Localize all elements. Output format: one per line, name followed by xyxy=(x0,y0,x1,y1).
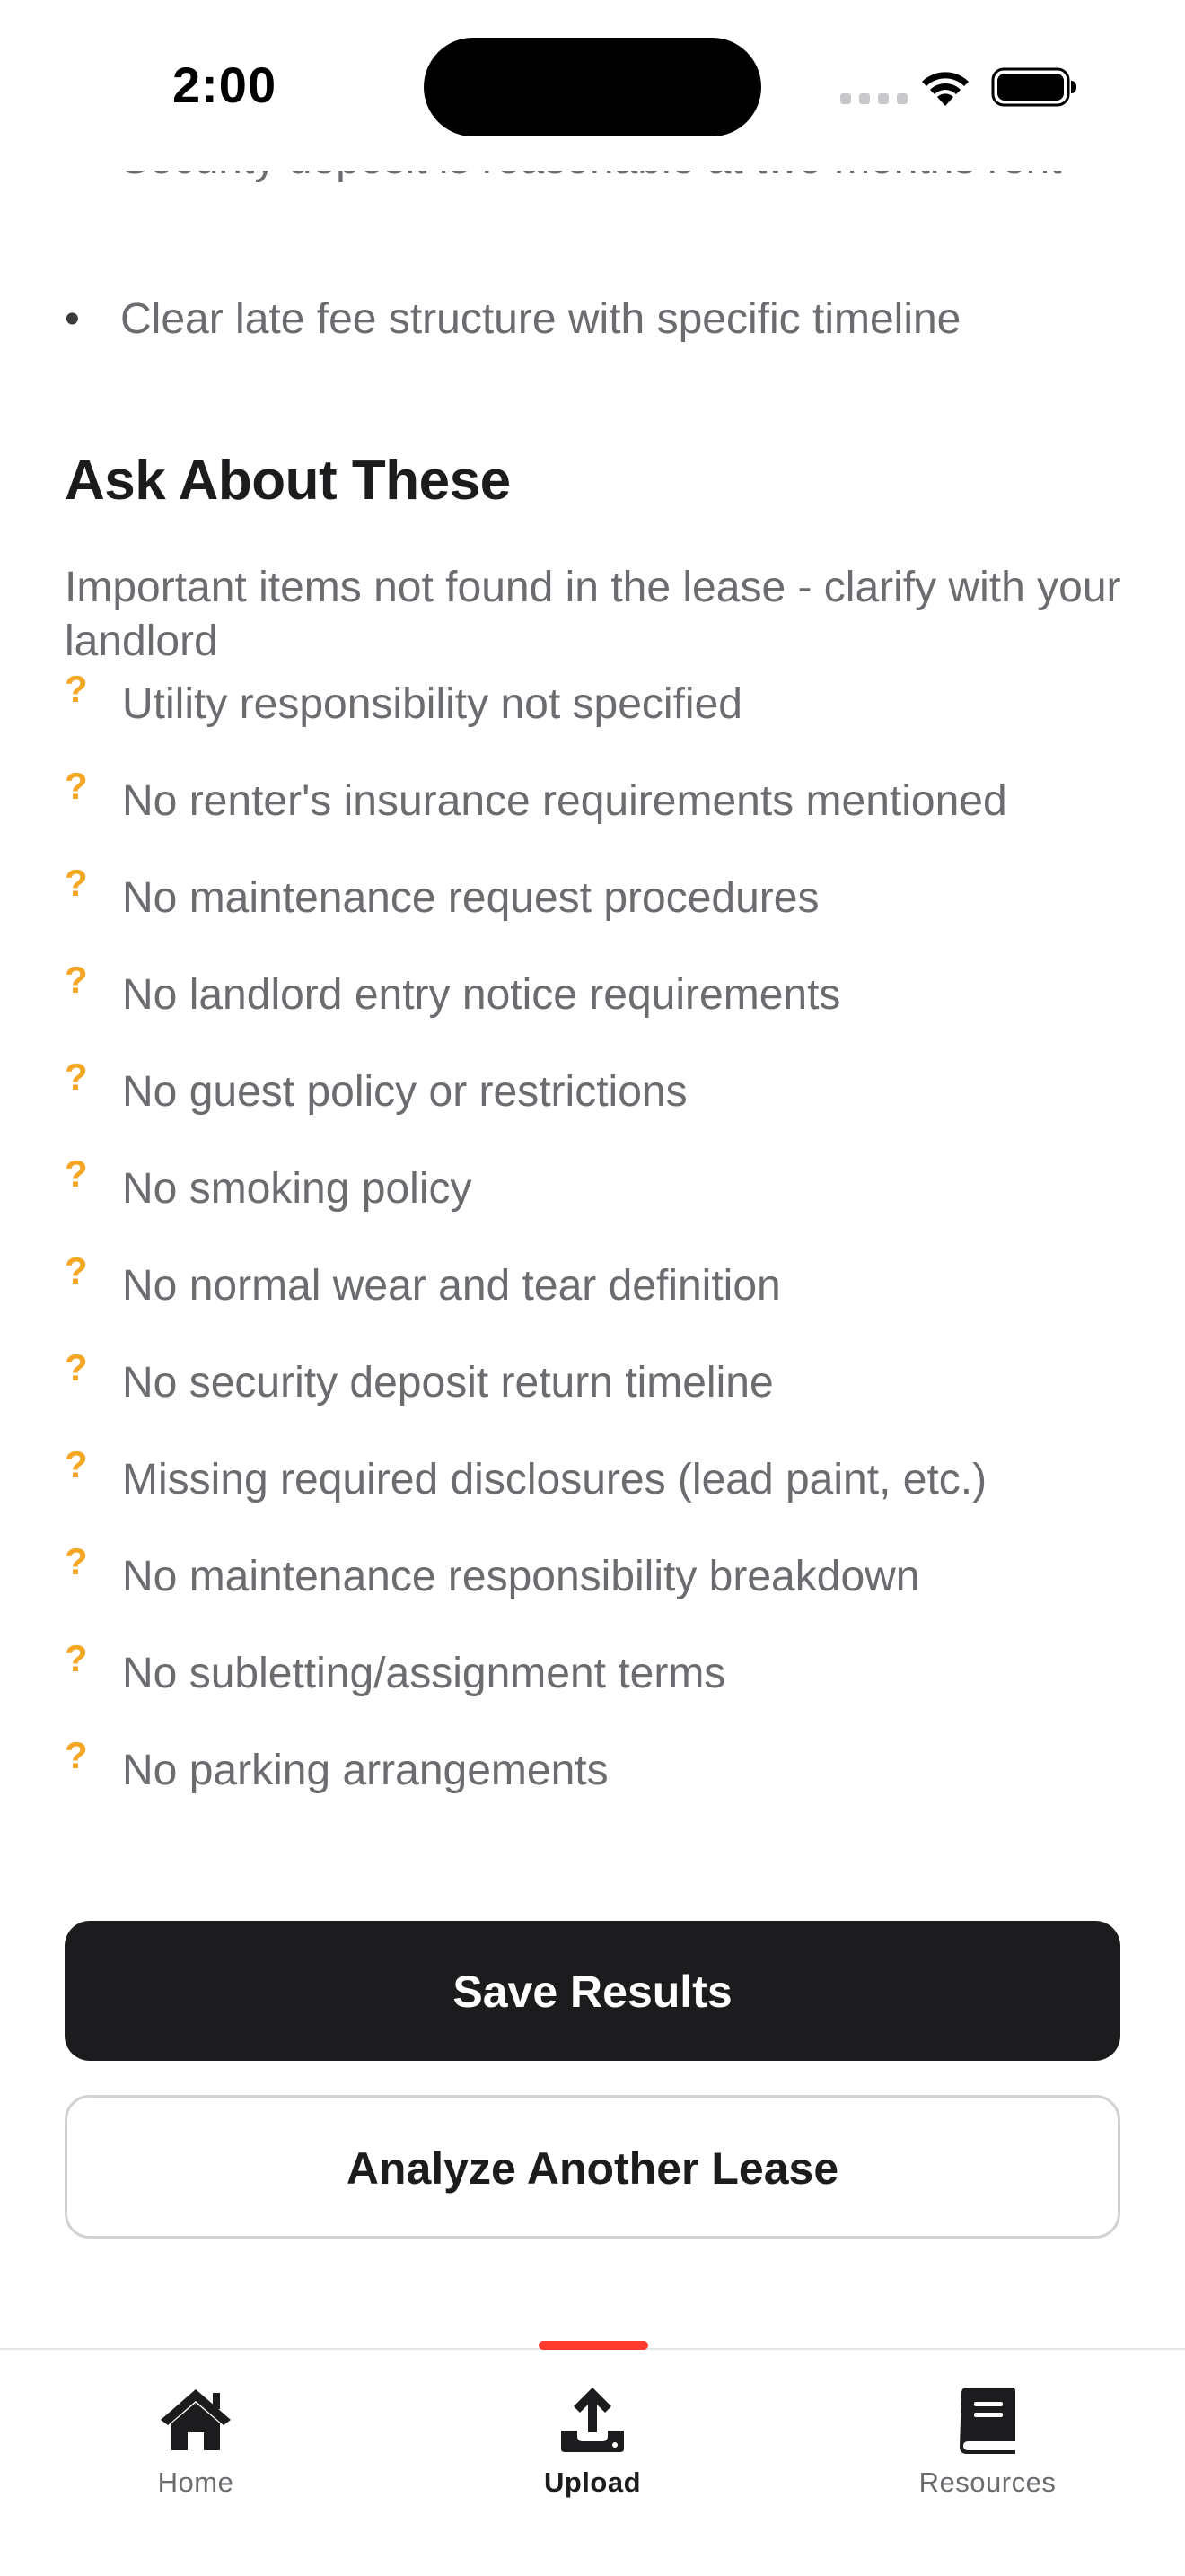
list-item: ? No normal wear and tear definition xyxy=(65,1249,1133,1352)
ask-section-subtitle: Important items not found in the lease -… xyxy=(65,564,1121,665)
question-mark-icon: ? xyxy=(65,1056,88,1098)
ask-item-text: No maintenance request procedures xyxy=(122,874,820,922)
analyze-another-lease-button[interactable]: Analyze Another Lease xyxy=(65,2095,1120,2239)
question-mark-icon: ? xyxy=(65,1637,88,1679)
ask-list: ? Utility responsibility not specified ?… xyxy=(65,668,1133,1836)
question-mark-icon: ? xyxy=(65,1152,88,1195)
tab-home[interactable]: Home xyxy=(97,2386,294,2520)
ask-item-text: No normal wear and tear definition xyxy=(122,1262,781,1310)
list-item: ? No guest policy or restrictions xyxy=(65,1056,1133,1158)
tab-bar: Home Upload Resources xyxy=(0,2341,1185,2576)
list-item: ? No maintenance responsibility breakdow… xyxy=(65,1540,1133,1643)
ask-item-text: Missing required disclosures (lead paint… xyxy=(122,1456,988,1503)
question-mark-icon: ? xyxy=(65,1249,88,1292)
list-item: ? No parking arrangements xyxy=(65,1734,1133,1836)
list-item: ? Utility responsibility not specified xyxy=(65,668,1133,770)
upload-icon xyxy=(561,2388,624,2452)
list-item: ? No smoking policy xyxy=(65,1152,1133,1255)
question-mark-icon: ? xyxy=(65,959,88,1001)
ask-item-text: No smoking policy xyxy=(122,1165,472,1213)
active-tab-indicator xyxy=(539,2341,648,2350)
strength-bullet-item: • Clear late fee structure with specific… xyxy=(65,287,1097,352)
ask-item-text: No renter's insurance requirements menti… xyxy=(122,777,1007,825)
save-results-button[interactable]: Save Results xyxy=(65,1921,1120,2061)
question-mark-icon: ? xyxy=(65,1734,88,1776)
list-item: ? No subletting/assignment terms xyxy=(65,1637,1133,1739)
list-item: ? No landlord entry notice requirements xyxy=(65,959,1133,1061)
ask-item-text: No maintenance responsibility breakdown xyxy=(122,1553,920,1600)
tab-label-home: Home xyxy=(157,2466,234,2498)
question-mark-icon: ? xyxy=(65,765,88,807)
question-mark-icon: ? xyxy=(65,1346,88,1389)
bullet-dot: • xyxy=(65,295,80,343)
ask-item-text: Utility responsibility not specified xyxy=(122,680,742,728)
list-item: ? No security deposit return timeline xyxy=(65,1346,1133,1449)
tab-label-resources: Resources xyxy=(918,2466,1057,2498)
home-icon xyxy=(161,2389,231,2450)
status-time: 2:00 xyxy=(172,57,277,113)
ask-item-text: No parking arrangements xyxy=(122,1747,609,1794)
book-icon xyxy=(960,2388,1015,2454)
ask-item-text: No security deposit return timeline xyxy=(122,1359,774,1406)
question-mark-icon: ? xyxy=(65,862,88,904)
dynamic-island xyxy=(424,38,761,136)
ask-item-text: No guest policy or restrictions xyxy=(122,1068,688,1116)
wifi-icon xyxy=(922,72,969,106)
list-item: ? No renter's insurance requirements men… xyxy=(65,765,1133,867)
battery-icon xyxy=(991,67,1076,107)
question-mark-icon: ? xyxy=(65,1443,88,1485)
ask-section-title: Ask About These xyxy=(65,450,511,512)
status-bar: 2:00 xyxy=(0,0,1185,171)
question-mark-icon: ? xyxy=(65,668,88,710)
tab-resources[interactable]: Resources xyxy=(889,2386,1086,2520)
tab-upload[interactable]: Upload xyxy=(494,2386,691,2520)
ask-item-text: No landlord entry notice requirements xyxy=(122,971,841,1019)
strength-bullet-text: Clear late fee structure with specific t… xyxy=(120,295,961,343)
list-item: ? Missing required disclosures (lead pai… xyxy=(65,1443,1133,1546)
question-mark-icon: ? xyxy=(65,1540,88,1582)
tab-label-upload: Upload xyxy=(543,2466,642,2498)
list-item: ? No maintenance request procedures xyxy=(65,862,1133,964)
ask-item-text: No subletting/assignment terms xyxy=(122,1650,726,1697)
cellular-signal-icon xyxy=(840,93,908,104)
